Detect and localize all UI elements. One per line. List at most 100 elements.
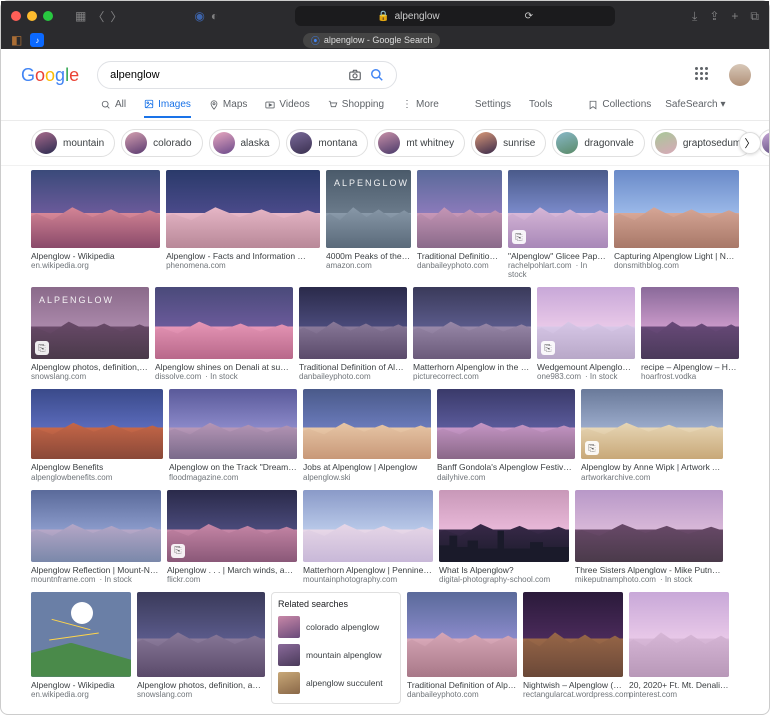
tabs-icon[interactable]: ⧉ — [750, 9, 759, 24]
result-thumbnail[interactable] — [614, 170, 739, 248]
tab-images[interactable]: Images — [144, 99, 191, 118]
result-card[interactable]: Alpenglow Benefitsalpenglowbenefits.com — [31, 389, 163, 487]
search-icon[interactable] — [370, 68, 384, 82]
result-card[interactable]: Matterhorn Alpenglow in the Swiss Alpspi… — [413, 287, 531, 387]
related-item[interactable]: colorado alpenglow — [278, 613, 394, 641]
result-thumbnail[interactable] — [31, 490, 161, 562]
chip-dragonvale[interactable]: dragonvale — [552, 129, 644, 157]
result-thumbnail[interactable] — [641, 287, 739, 359]
result-card[interactable]: ⎘"Alpenglow" Glicee Paper Print …rachelp… — [508, 170, 608, 285]
result-thumbnail[interactable] — [31, 389, 163, 459]
tab-all[interactable]: All — [101, 99, 126, 116]
related-item[interactable]: mountain alpenglow — [278, 641, 394, 669]
result-thumbnail[interactable]: ALPENGLOW — [326, 170, 411, 248]
forward-icon[interactable]: 〉 — [110, 8, 122, 25]
nav-tools[interactable]: Tools — [529, 99, 552, 116]
result-card[interactable]: recipe – Alpenglow – Hoarfrost Distillin… — [641, 287, 739, 387]
result-thumbnail[interactable]: ALPENGLOW⎘ — [31, 287, 149, 359]
result-thumbnail[interactable] — [523, 592, 623, 677]
result-card[interactable]: 20, 2020+ Ft. Mt. Denali, Alp…pinterest.… — [629, 592, 729, 705]
result-thumbnail[interactable] — [155, 287, 293, 359]
tab-shopping[interactable]: Shopping — [328, 99, 384, 116]
tab-maps[interactable]: Maps — [209, 99, 247, 116]
account-avatar[interactable] — [729, 64, 751, 86]
back-icon[interactable]: 〈 — [92, 8, 104, 25]
result-thumbnail[interactable] — [303, 490, 433, 562]
result-thumbnail[interactable]: ⎘ — [167, 490, 297, 562]
result-card[interactable]: ⎘Alpenglow . . . | March winds, and …fli… — [167, 490, 297, 590]
result-card[interactable]: Alpenglow shines on Denali at sunrise …d… — [155, 287, 293, 387]
new-tab-icon[interactable]: + — [731, 9, 738, 23]
reader-icon[interactable]: ◐ — [211, 9, 218, 23]
result-thumbnail[interactable] — [31, 592, 131, 677]
result-thumbnail[interactable] — [169, 389, 297, 459]
result-thumbnail[interactable] — [31, 170, 160, 248]
search-input[interactable] — [110, 69, 340, 81]
result-card[interactable]: Alpenglow photos, definition, and caus…s… — [137, 592, 265, 705]
related-item[interactable]: alpenglow succulent — [278, 669, 394, 697]
result-card[interactable]: Traditional Definition of Alpengl…danbai… — [407, 592, 517, 705]
camera-icon[interactable] — [348, 68, 362, 82]
result-thumbnail[interactable] — [166, 170, 320, 248]
tab-more[interactable]: ⋮More — [402, 99, 439, 116]
google-logo[interactable]: Google — [21, 65, 79, 86]
result-card[interactable]: Alpenglow Reflection | Mount-N-Framemoun… — [31, 490, 161, 590]
shield-icon[interactable]: ◉ — [194, 9, 204, 23]
result-card[interactable]: Banff Gondola's Alpenglow Festival …dail… — [437, 389, 575, 487]
pinned-tab-twitter[interactable]: ♪ — [30, 33, 44, 47]
result-card[interactable]: Alpenglow on the Track "Dreaming Too…flo… — [169, 389, 297, 487]
window-controls[interactable] — [11, 11, 53, 21]
result-thumbnail[interactable] — [575, 490, 723, 562]
result-thumbnail[interactable] — [417, 170, 502, 248]
result-card[interactable]: Matterhorn Alpenglow | Pennine Alps …mou… — [303, 490, 433, 590]
result-title: Wedgemount Alpenglow – C… — [537, 359, 635, 372]
pinned-tab-1[interactable]: ◧ — [11, 33, 22, 47]
apps-icon[interactable] — [695, 67, 711, 83]
result-thumbnail[interactable] — [137, 592, 265, 677]
result-thumbnail[interactable] — [439, 490, 569, 562]
result-card[interactable]: Three Sisters Alpenglow - Mike Putnam …m… — [575, 490, 723, 590]
result-thumbnail[interactable]: ⎘ — [537, 287, 635, 359]
chip-mountain[interactable]: mountain — [31, 129, 115, 157]
result-card[interactable]: What Is Alpenglow?digital-photography-sc… — [439, 490, 569, 590]
chip-montana[interactable]: montana — [286, 129, 368, 157]
sidebar-icon[interactable]: ▦ — [75, 9, 86, 23]
result-card[interactable]: Related searchescolorado alpenglowmounta… — [271, 592, 401, 705]
share-icon[interactable]: ⇪ — [709, 9, 719, 23]
result-thumbnail[interactable] — [437, 389, 575, 459]
chip-sunrise[interactable]: sunrise — [471, 129, 546, 157]
result-card[interactable]: Jobs at Alpenglow | Alpenglowalpenglow.s… — [303, 389, 431, 487]
nav-safesearch[interactable]: SafeSearch▾ — [665, 99, 725, 116]
chip-alaska[interactable]: alaska — [209, 129, 281, 157]
result-card[interactable]: Alpenglow - Wikipediaen.wikipedia.org — [31, 592, 131, 705]
chips-scroll-right[interactable]: 〉 — [739, 132, 761, 154]
result-card[interactable]: Alpenglow - Wikipediaen.wikipedia.org — [31, 170, 160, 285]
search-box[interactable] — [97, 61, 397, 89]
chip-graptosedum[interactable]: graptosedum — [651, 129, 752, 157]
result-card[interactable]: Nightwish – Alpenglow (analysis …rectang… — [523, 592, 623, 705]
result-card[interactable]: Traditional Definition of Alpengl…danbai… — [417, 170, 502, 285]
result-card[interactable]: Alpenglow - Facts and Information …pheno… — [166, 170, 320, 285]
download-icon[interactable]: ⤓ — [692, 9, 697, 24]
reload-icon[interactable]: ⟳ — [525, 11, 533, 22]
result-card[interactable]: Capturing Alpenglow Light | Nature's …do… — [614, 170, 739, 285]
active-tab[interactable]: ⦿alpenglow - Google Search — [303, 33, 441, 48]
result-thumbnail[interactable] — [299, 287, 407, 359]
address-bar[interactable]: 🔒 alpenglow ⟳ — [295, 6, 615, 26]
result-thumbnail[interactable] — [413, 287, 531, 359]
result-card[interactable]: ALPENGLOW4000m Peaks of the Alps: Ben…am… — [326, 170, 411, 285]
chip-colorado[interactable]: colorado — [121, 129, 202, 157]
result-card[interactable]: ⎘Wedgemount Alpenglow – C…one983.com· In… — [537, 287, 635, 387]
result-card[interactable]: Traditional Definition of Alpenglow …dan… — [299, 287, 407, 387]
result-thumbnail[interactable]: ⎘ — [581, 389, 723, 459]
tab-videos[interactable]: Videos — [265, 99, 309, 116]
result-card[interactable]: ⎘Alpenglow by Anne Wipk | Artwork Ar…art… — [581, 389, 723, 487]
nav-settings[interactable]: Settings — [475, 99, 511, 116]
result-thumbnail[interactable]: ⎘ — [508, 170, 608, 248]
result-thumbnail[interactable] — [303, 389, 431, 459]
result-thumbnail[interactable] — [629, 592, 729, 677]
result-thumbnail[interactable] — [407, 592, 517, 677]
result-card[interactable]: ALPENGLOW⎘Alpenglow photos, definition, … — [31, 287, 149, 387]
chip-mt whitney[interactable]: mt whitney — [374, 129, 465, 157]
nav-collections[interactable]: Collections — [588, 99, 651, 116]
